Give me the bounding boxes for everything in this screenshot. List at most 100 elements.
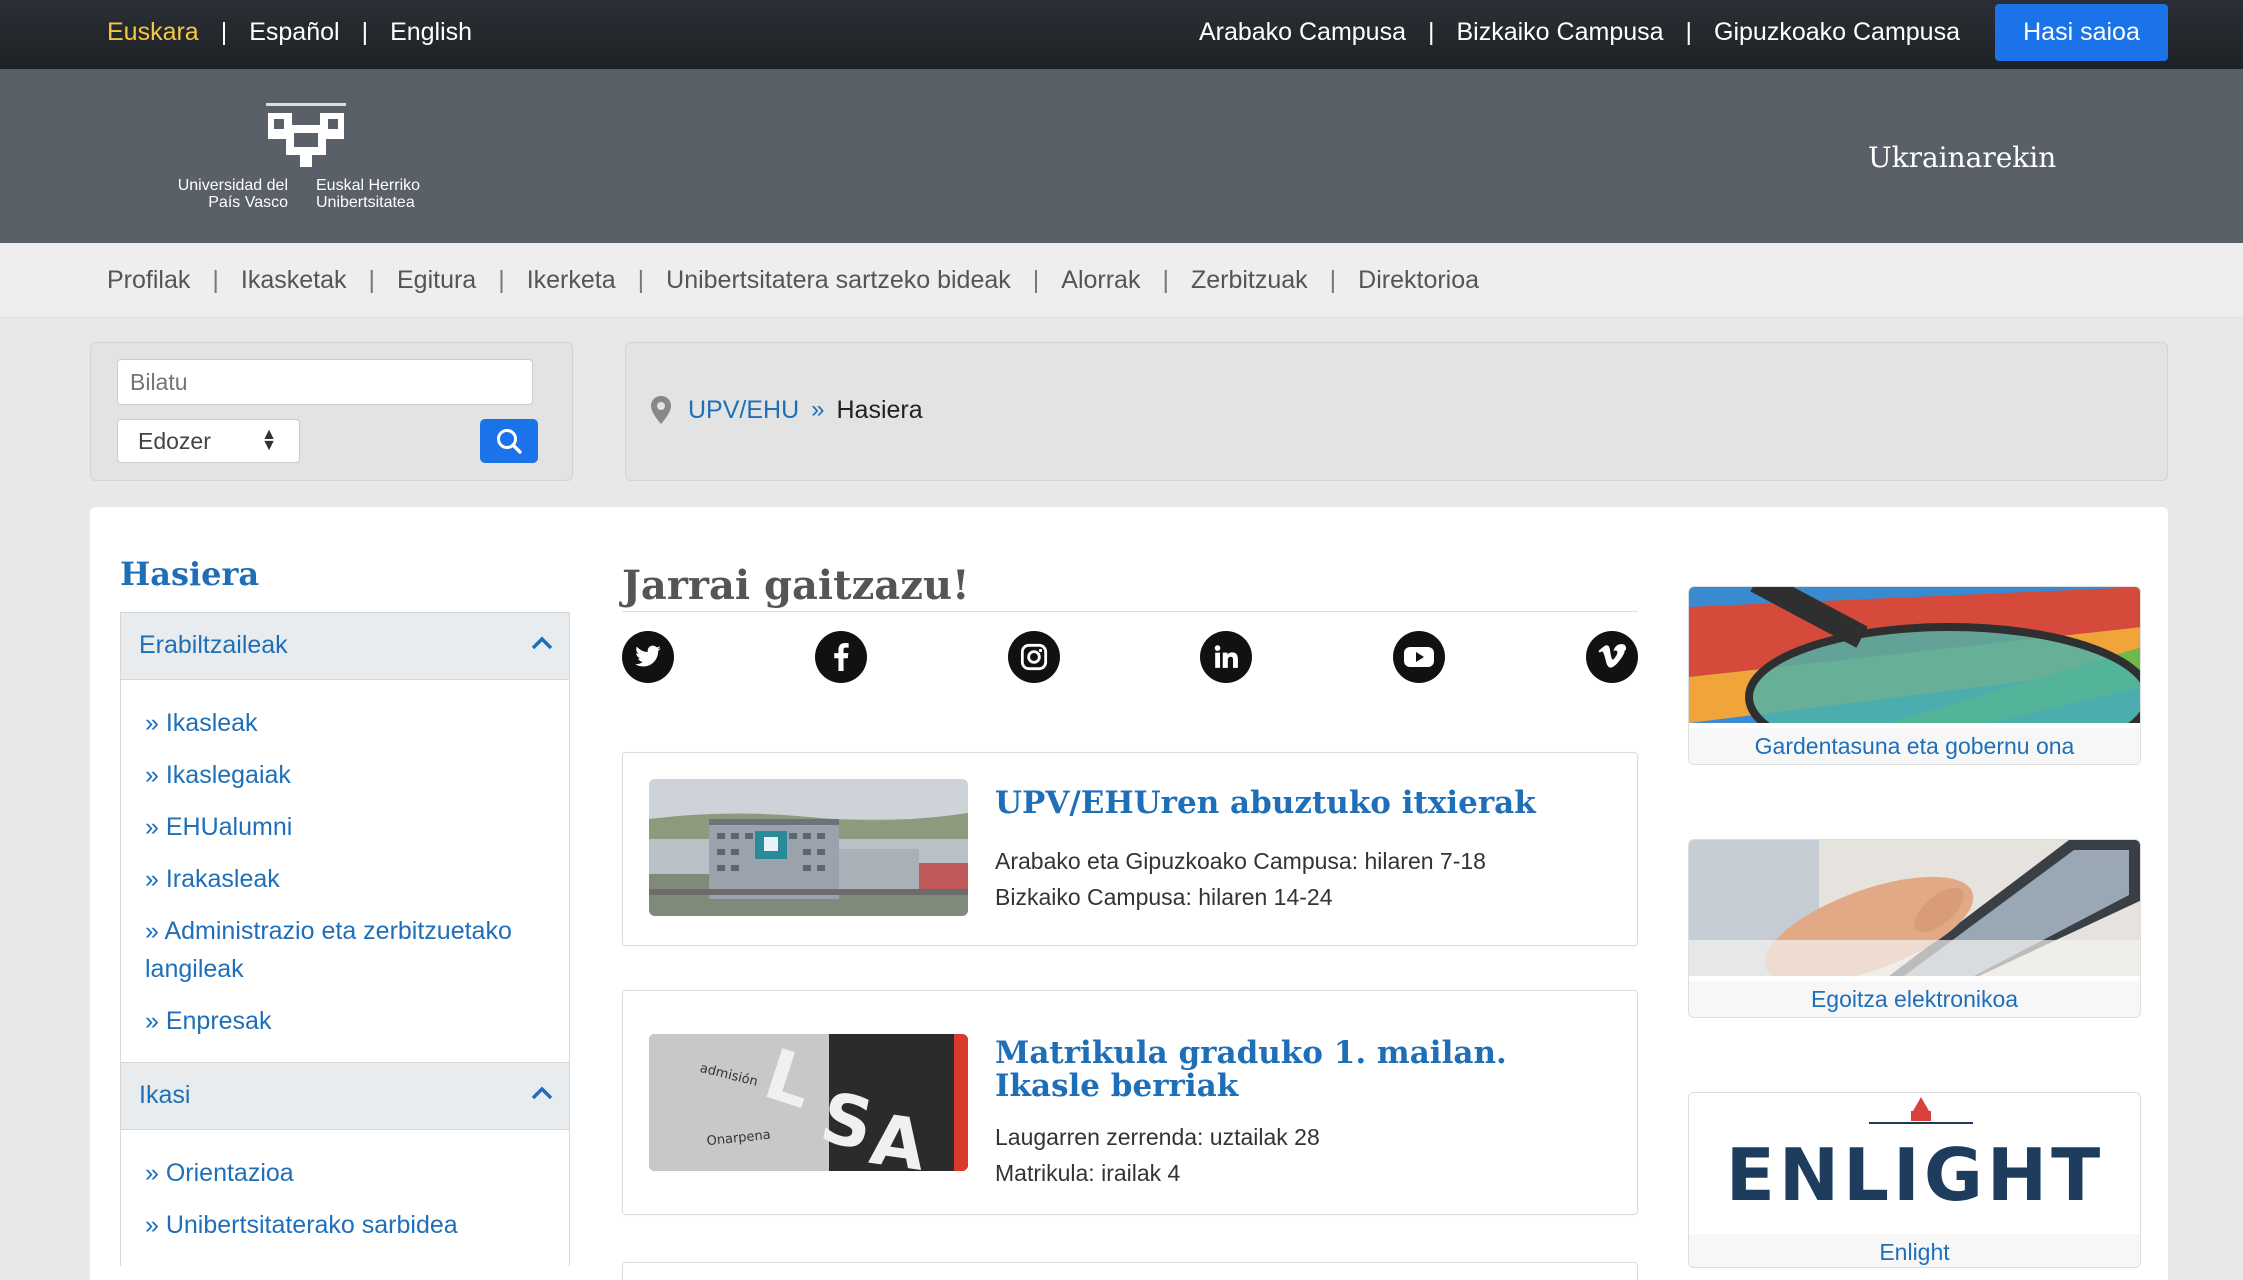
separator: | [212,266,219,294]
tile-gardentasuna[interactable]: Gardentasuna eta gobernu ona [1688,586,2141,765]
sidebar-item-enpresak[interactable]: » Enpresak [121,1002,569,1040]
sidebar-item-ehualumni[interactable]: » EHUalumni [121,808,569,846]
sidebar-item-ikaslegaiak[interactable]: » Ikaslegaiak [121,756,569,794]
facebook-icon [834,643,849,671]
lang-english[interactable]: English [390,18,472,47]
ukraine-link[interactable]: Ukrainarekin [1868,141,2056,174]
news-image: L S A admisión Onarpena [649,1034,968,1171]
enlight-logo: ENLIGHT [1689,1093,2140,1229]
campus-bizkaia[interactable]: Bizkaiko Campusa [1457,18,1664,47]
news-line: Bizkaiko Campusa: hilaren 14-24 [995,884,1333,910]
campus-links: Arabako Campusa | Bizkaiko Campusa | Gip… [1199,18,1960,47]
upv-ehu-emblem [266,103,346,167]
separator: | [1032,266,1040,294]
nav-item-profilak[interactable]: Profilak [107,266,190,295]
nav-item-ikerketa[interactable]: Ikerketa [527,266,616,295]
nav-item-egitura[interactable]: Egitura [397,266,476,295]
sidebar-item-sarbidea[interactable]: » Unibertsitaterako sarbidea [121,1206,569,1244]
chevron-up-icon [531,636,553,650]
separator: | [361,18,369,46]
content-panel: Hasiera Erabiltzaileak » Ikasleak » Ikas… [90,507,2168,1280]
login-button[interactable]: Hasi saioa [1995,4,2168,61]
linkedin-link[interactable] [1200,631,1253,683]
nav-item-alorrak[interactable]: Alorrak [1061,266,1140,295]
news-card[interactable]: UPV/EHUren abuztuko itxierak Arabako eta… [622,752,1638,946]
sidebar-item-administrazio[interactable]: » Administrazio eta zerbitzuetako langil… [121,912,569,988]
accordion-header-label: Erabiltzaileak [139,631,288,659]
vimeo-link[interactable] [1585,631,1638,683]
sidebar-accordion: Erabiltzaileak » Ikasleak » Ikaslegaiak … [120,612,570,1266]
separator: | [637,266,645,294]
accordion-header-label: Ikasi [139,1081,191,1109]
site-header: Universidad del País Vasco Euskal Herrik… [0,69,2243,243]
lang-euskara[interactable]: Euskara [107,18,199,47]
tile-egoitza[interactable]: Egoitza elektronikoa [1688,839,2141,1018]
accordion-header-erabiltzaileak[interactable]: Erabiltzaileak [120,612,570,680]
youtube-icon [1404,647,1435,667]
logo-caption-right: Euskal Herriko Unibertsitatea [316,177,421,211]
news-card[interactable]: L S A admisión Onarpena Matrikula graduk… [622,990,1638,1215]
top-bar: Euskara | Español | English Arabako Camp… [0,0,2243,69]
news-image [649,779,968,916]
search-button[interactable] [480,419,538,463]
nav-item-zerbitzuak[interactable]: Zerbitzuak [1191,266,1308,295]
nav-item-direktorioa[interactable]: Direktorioa [1358,266,1479,295]
tile-caption: Egoitza elektronikoa [1689,981,2140,1017]
tile-enlight[interactable]: ENLIGHT Enlight [1688,1092,2141,1268]
sidebar-item-irakasleak[interactable]: » Irakasleak [121,860,569,898]
search-box: Edozer ▲▼ [90,342,573,481]
instagram-link[interactable] [1007,631,1060,683]
upv-ehu-logo[interactable]: Universidad del País Vasco Euskal Herrik… [176,99,426,214]
search-scope-select[interactable]: Edozer ▲ ▼ [117,419,300,463]
facebook-link[interactable] [814,631,867,683]
tile-caption: Enlight [1689,1234,2140,1267]
breadcrumb-separator-icon: » [811,396,825,423]
twitter-icon [635,645,661,667]
tablet-hand-image [1689,840,2140,984]
separator: | [1162,266,1169,294]
campus-gipuzkoa[interactable]: Gipuzkoako Campusa [1714,18,1960,47]
svg-text:A: A [865,1098,930,1171]
magnifier-image [1689,587,2140,764]
linkedin-icon [1215,645,1239,668]
separator: | [1685,18,1693,46]
sort-caret-icon: ▲ ▼ [261,426,277,454]
twitter-link[interactable] [622,631,674,683]
breadcrumb: UPV/EHU » Hasiera [625,342,2168,481]
chevron-up-icon [531,1086,553,1100]
sidebar-title[interactable]: Hasiera [120,555,259,593]
campus-building-image [649,779,968,916]
tile-caption: Gardentasuna eta gobernu ona [1689,728,2140,764]
accordion-header-ikasi[interactable]: Ikasi [120,1062,570,1130]
separator: | [1428,18,1435,46]
social-links [622,631,1638,683]
youtube-link[interactable] [1393,631,1446,683]
separator: | [368,266,375,294]
search-icon [497,429,522,454]
news-line: Arabako eta Gipuzkoako Campusa: hilaren … [995,848,1486,874]
separator: | [498,266,505,294]
news-title[interactable]: UPV/EHUren abuztuko itxierak [995,787,1615,820]
sidebar-item-ikasleak[interactable]: » Ikasleak [121,704,569,742]
news-line: Matrikula: irailak 4 [995,1160,1181,1186]
nav-item-ikasketak[interactable]: Ikasketak [241,266,347,295]
breadcrumb-root-link[interactable]: UPV/EHU [688,396,799,425]
separator: | [220,18,228,46]
lang-espanol[interactable]: Español [249,18,339,47]
campus-araba[interactable]: Arabako Campusa [1199,18,1406,47]
sidebar-item-orientazioa[interactable]: » Orientazioa [121,1154,569,1192]
nav-item-unibertsitatera[interactable]: Unibertsitatera sartzeko bideak [666,266,1011,295]
admission-list-image: L S A admisión Onarpena [649,1034,968,1171]
follow-us-title: Jarrai gaitzazu! [622,562,970,609]
news-card[interactable] [622,1262,1638,1280]
map-pin-icon [651,396,671,424]
search-input[interactable] [117,359,533,405]
main-nav: Profilak | Ikasketak | Egitura | Ikerketa | Unib… [0,243,2243,318]
main-nav-items: Profilak | Ikasketak | Egitura | Ikerketa | Unib… [107,266,1479,295]
language-switcher: Euskara | Español | English [107,18,472,47]
news-title[interactable]: Matrikula graduko 1. mailan. Ikasle berr… [995,1037,1615,1103]
instagram-icon [1020,643,1047,671]
logo-caption-left: Universidad del País Vasco [177,177,288,211]
breadcrumb-current: Hasiera [836,395,923,424]
search-scope-value: Edozer [138,428,211,454]
